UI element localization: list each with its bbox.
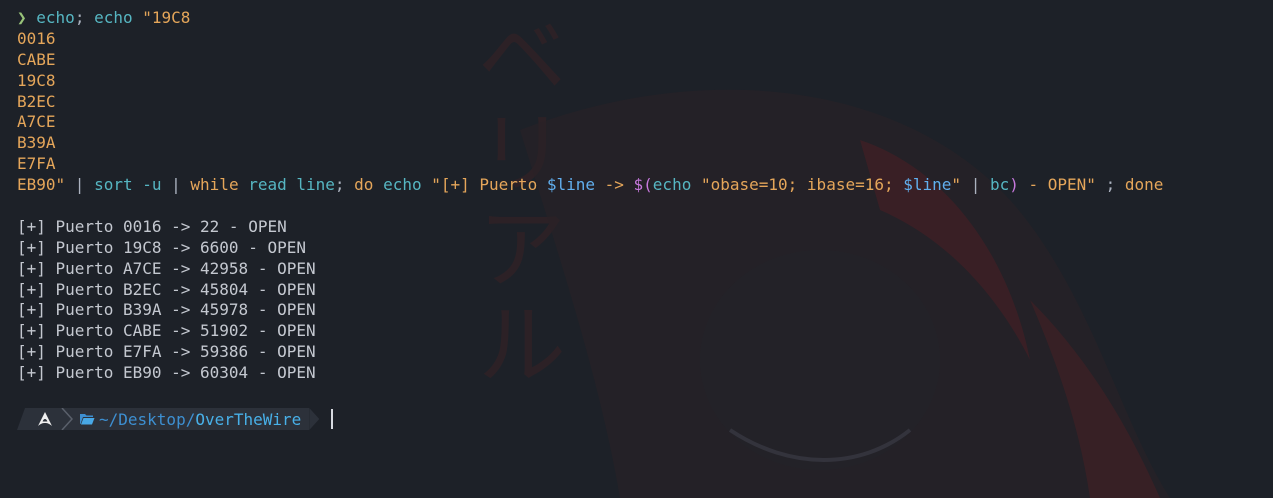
cmd-semicolon: ; bbox=[1095, 175, 1125, 195]
terminal-output: ❯ echo; echo "19C8 0016 CABE 19C8 B2EC A… bbox=[17, 8, 1273, 384]
output-line: [+] Puerto B2EC -> 45804 - OPEN bbox=[17, 279, 316, 299]
pipe-symbol: | bbox=[65, 175, 95, 195]
prompt-chevron-icon: ❯ bbox=[17, 8, 27, 27]
cmd-string: -> bbox=[595, 175, 634, 195]
command-line-1: ❯ echo; echo "19C8 bbox=[17, 8, 1273, 29]
pipe-symbol: | bbox=[171, 175, 191, 195]
hex-value-line: E7FA bbox=[17, 154, 56, 174]
kw-done: done bbox=[1124, 175, 1164, 195]
output-line: [+] Puerto CABE -> 51902 - OPEN bbox=[17, 321, 316, 341]
prompt-separator-icon bbox=[61, 408, 73, 430]
output-line: [+] Puerto 0016 -> 22 - OPEN bbox=[17, 216, 287, 236]
shell-prompt: ~/Desktop/OverTheWire bbox=[17, 408, 334, 430]
subst-close: ) bbox=[1009, 175, 1019, 195]
prompt-os-segment bbox=[17, 408, 73, 430]
cmd-string: - OPEN" bbox=[1018, 175, 1096, 195]
cmd-echo: echo bbox=[373, 175, 432, 195]
cmd-echo: echo bbox=[94, 8, 133, 27]
subst-open: $( bbox=[633, 175, 653, 195]
cmd-semicolon: ; bbox=[74, 8, 85, 27]
folder-open-icon bbox=[80, 414, 95, 425]
arg-line: line bbox=[296, 175, 335, 195]
pipe-symbol: | bbox=[961, 175, 990, 195]
path-current-dir: OverTheWire bbox=[195, 409, 302, 429]
path-prefix: ~/Desktop/ bbox=[99, 409, 196, 429]
hex-value-last: EB90" bbox=[17, 175, 66, 195]
output-line: [+] Puerto 19C8 -> 6600 - OPEN bbox=[17, 237, 306, 257]
output-line: [+] Puerto A7CE -> 42958 - OPEN bbox=[17, 258, 316, 278]
output-line: [+] Puerto B39A -> 45978 - OPEN bbox=[17, 300, 316, 320]
cmd-sort: sort bbox=[94, 175, 133, 195]
command-pipeline-line: EB90" | sort -u | while read line; do ec… bbox=[17, 175, 1273, 196]
cmd-echo: echo bbox=[652, 175, 692, 195]
kw-while: while bbox=[190, 175, 239, 195]
kw-do: do bbox=[354, 175, 374, 195]
var-line: $line bbox=[903, 175, 952, 195]
cmd-bc: bc bbox=[989, 175, 1010, 195]
path-text: ~/Desktop/OverTheWire bbox=[99, 410, 301, 429]
hex-value-line: 0016 bbox=[17, 28, 56, 48]
output-line: [+] Puerto EB90 -> 60304 - OPEN bbox=[17, 363, 316, 383]
text-cursor[interactable] bbox=[331, 409, 334, 429]
cmd-read: read bbox=[238, 175, 297, 195]
prompt-end-arrow bbox=[309, 408, 320, 430]
arch-linux-icon bbox=[38, 412, 52, 426]
var-line: $line bbox=[546, 175, 595, 195]
hex-value-line: B2EC bbox=[17, 91, 56, 111]
cmd-semicolon: ; bbox=[334, 175, 355, 195]
hex-value-line: A7CE bbox=[17, 112, 56, 132]
hex-value-line: B39A bbox=[17, 133, 56, 153]
cmd-sort-arg: -u bbox=[132, 175, 172, 195]
prompt-path-segment: ~/Desktop/OverTheWire bbox=[73, 408, 310, 430]
hex-value-line: CABE bbox=[17, 49, 56, 69]
cmd-string: "obase=10; ibase=16; bbox=[691, 175, 904, 195]
hex-value-line: 19C8 bbox=[17, 70, 56, 90]
output-line: [+] Puerto E7FA -> 59386 - OPEN bbox=[17, 342, 316, 362]
cmd-string: "[+] Puerto bbox=[431, 175, 547, 195]
cmd-echo: echo bbox=[36, 8, 75, 27]
cmd-string: "19C8 bbox=[132, 8, 191, 27]
cmd-string: " bbox=[951, 175, 962, 195]
